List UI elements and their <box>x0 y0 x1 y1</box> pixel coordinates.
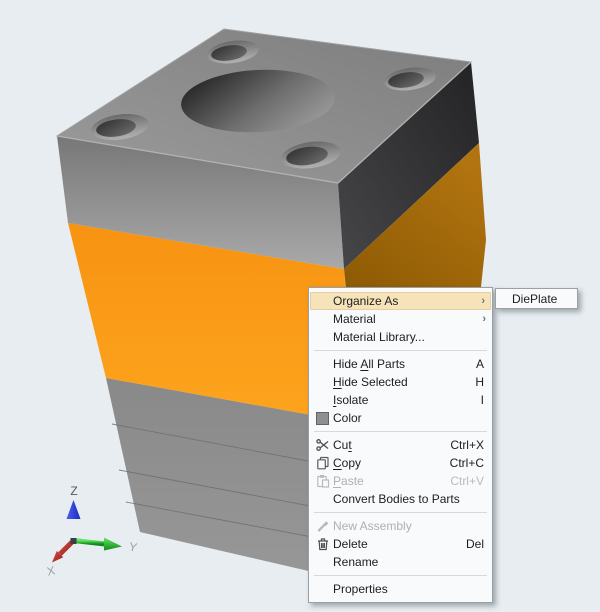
menu-item-delete[interactable]: Delete Del <box>309 535 492 553</box>
menu-item-icon-slot <box>312 292 333 310</box>
submenu-arrow-icon: › <box>481 292 491 310</box>
menu-item-properties[interactable]: Properties <box>309 580 492 598</box>
menu-item-shortcut: A <box>476 357 492 371</box>
menu-item-new-assembly[interactable]: New Assembly <box>309 517 492 535</box>
menu-item-label: Organize As <box>333 294 398 308</box>
menu-item-organize-as[interactable]: Organize As › <box>310 292 491 310</box>
paste-icon <box>312 472 333 490</box>
menu-item-label: Rename <box>333 555 378 569</box>
menu-item-icon-slot <box>312 553 333 571</box>
menu-item-label: Material <box>333 312 376 326</box>
menu-separator <box>314 431 487 432</box>
submenu-arrow-icon: › <box>482 310 492 328</box>
menu-item-shortcut: H <box>475 375 492 389</box>
menu-item-label: Properties <box>333 582 388 596</box>
menu-item-shortcut: Ctrl+V <box>450 474 492 488</box>
menu-item-icon-slot <box>312 328 333 346</box>
x-axis-arrow <box>60 542 72 554</box>
menu-item-label: New Assembly <box>333 519 412 533</box>
menu-separator <box>314 350 487 351</box>
organize-as-submenu: DiePlate <box>495 288 578 309</box>
menu-item-label: Color <box>333 411 362 425</box>
menu-item-label: Material Library... <box>333 330 425 344</box>
menu-item-icon-slot <box>312 391 333 409</box>
menu-item-label: Copy <box>333 456 361 470</box>
triad-origin <box>71 538 77 544</box>
menu-item-paste[interactable]: Paste Ctrl+V <box>309 472 492 490</box>
y-axis-arrow <box>74 541 105 545</box>
menu-item-label: Paste <box>333 474 364 488</box>
menu-item-icon-slot <box>312 580 333 598</box>
color-swatch-icon <box>312 409 333 427</box>
scissors-icon <box>312 436 333 454</box>
menu-item-label: Delete <box>333 537 368 551</box>
menu-item-icon-slot <box>312 310 333 328</box>
trash-icon <box>312 535 333 553</box>
submenu-item-dieplate[interactable]: DiePlate <box>497 290 576 307</box>
z-axis-label: Z <box>70 484 77 498</box>
menu-item-label: Convert Bodies to Parts <box>333 492 460 506</box>
x-axis-label: X <box>46 563 57 578</box>
menu-item-isolate[interactable]: Isolate I <box>309 391 492 409</box>
menu-item-material-library[interactable]: Material Library... <box>309 328 492 346</box>
menu-item-color[interactable]: Color <box>309 409 492 427</box>
y-axis-label: Y <box>128 539 139 554</box>
menu-item-icon-slot <box>312 373 333 391</box>
menu-item-icon-slot <box>312 490 333 508</box>
menu-item-icon-slot <box>312 355 333 373</box>
menu-item-shortcut: Del <box>466 537 492 551</box>
menu-item-label: Isolate <box>333 393 368 407</box>
menu-item-hide-all-parts[interactable]: Hide All Parts A <box>309 355 492 373</box>
menu-item-shortcut: Ctrl+C <box>450 456 492 470</box>
menu-item-material[interactable]: Material › <box>309 310 492 328</box>
menu-item-hide-selected[interactable]: Hide Selected H <box>309 373 492 391</box>
copy-icon <box>312 454 333 472</box>
submenu-item-label: DiePlate <box>512 292 557 306</box>
menu-item-label: Hide Selected <box>333 375 408 389</box>
cad-viewport: Z Y X Organize As › Material › Material … <box>0 0 600 612</box>
menu-item-convert-bodies-to-parts[interactable]: Convert Bodies to Parts <box>309 490 492 508</box>
menu-item-label: Hide All Parts <box>333 357 405 371</box>
menu-item-cut[interactable]: Cut Ctrl+X <box>309 436 492 454</box>
new-assembly-icon <box>312 517 333 535</box>
menu-item-label: Cut <box>333 438 352 452</box>
menu-item-rename[interactable]: Rename <box>309 553 492 571</box>
menu-item-shortcut: I <box>481 393 492 407</box>
menu-separator <box>314 512 487 513</box>
y-axis-arrowhead <box>104 538 122 551</box>
z-axis-arrowhead <box>67 500 81 519</box>
menu-separator <box>314 575 487 576</box>
axis-triad: Z Y X <box>46 484 139 579</box>
context-menu: Organize As › Material › Material Librar… <box>308 287 493 603</box>
menu-item-shortcut: Ctrl+X <box>450 438 492 452</box>
menu-item-copy[interactable]: Copy Ctrl+C <box>309 454 492 472</box>
